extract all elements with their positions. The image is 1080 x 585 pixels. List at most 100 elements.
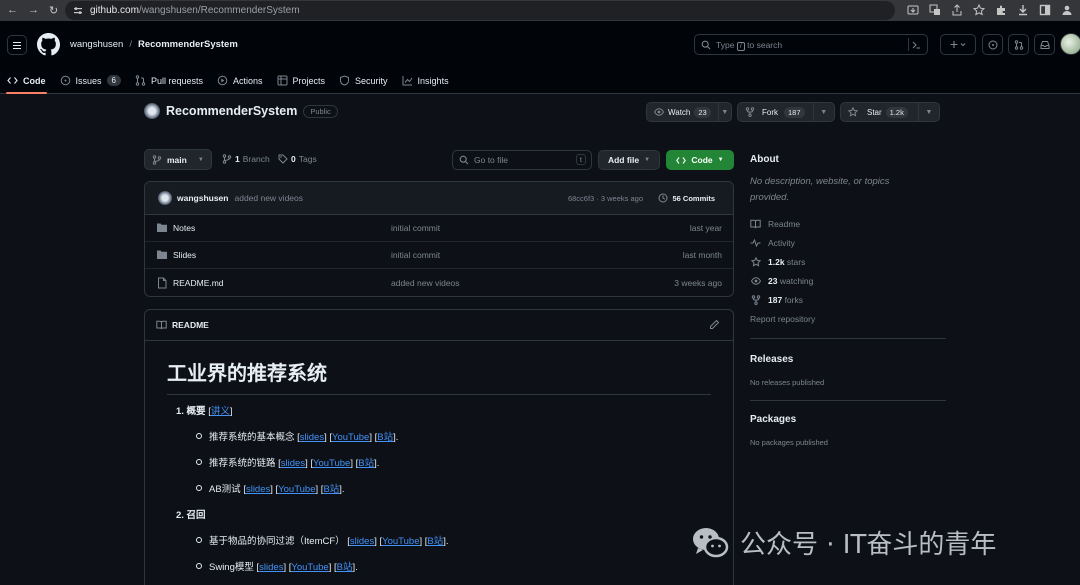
install-icon[interactable] (906, 3, 920, 17)
bilibili-link[interactable]: B站 (358, 458, 374, 469)
profile-icon[interactable] (1060, 3, 1074, 17)
tab-security[interactable]: Security (332, 67, 395, 94)
back-icon[interactable]: ← (7, 4, 18, 17)
about-title: About (750, 154, 779, 165)
search-shortcut-key: / (736, 41, 745, 51)
forks-link[interactable]: 187 forks (750, 290, 950, 309)
bilibili-link[interactable]: B站 (337, 562, 353, 573)
list-item: 2. 召回 (176, 507, 711, 521)
chevron-down-icon[interactable]: ▼ (814, 109, 834, 116)
star-icon (750, 256, 761, 267)
issues-count-badge: 6 (106, 75, 121, 86)
list-item-text: 基于物品的协同过滤（ItemCF） (209, 536, 348, 547)
watchers-link[interactable]: 23 watching (750, 271, 950, 290)
watch-label: Watch (668, 107, 691, 117)
tab-label: Security (355, 75, 388, 86)
site-info-icon[interactable] (73, 6, 83, 16)
readme-link[interactable]: Readme (750, 214, 950, 233)
repo-name[interactable]: RecommenderSystem (166, 104, 297, 118)
share-icon[interactable] (950, 3, 964, 17)
branches-link[interactable]: 1 Branch (222, 154, 270, 164)
pull-requests-button[interactable] (1008, 34, 1029, 55)
extensions-icon[interactable] (994, 3, 1008, 17)
search-prefix: Type (716, 39, 735, 50)
readme-tab-label[interactable]: README (172, 320, 209, 330)
code-button[interactable]: Code ▼ (666, 150, 734, 170)
commits-link[interactable]: 56 Commits (658, 193, 715, 203)
address-bar[interactable]: github.com/wangshusen/RecommenderSystem (65, 1, 895, 20)
forks-count: 187 (768, 294, 783, 305)
commit-author-avatar[interactable] (158, 191, 172, 205)
report-repository-link[interactable]: Report repository (750, 309, 950, 328)
file-row[interactable]: README.md added new videos 3 weeks ago (145, 269, 733, 296)
file-commit-message[interactable]: initial commit (391, 223, 440, 233)
tab-insights[interactable]: Insights (395, 67, 456, 94)
slides-link[interactable]: slides (300, 432, 324, 443)
tab-pull-requests[interactable]: Pull requests (128, 67, 210, 94)
handout-link[interactable]: 讲义 (211, 406, 230, 417)
create-new-button[interactable] (940, 34, 976, 55)
bilibili-link[interactable]: B站 (427, 536, 443, 547)
owner-avatar[interactable] (144, 103, 160, 119)
file-name[interactable]: Notes (173, 223, 195, 233)
bookmark-star-icon[interactable] (972, 3, 986, 17)
tab-code[interactable]: Code (0, 67, 53, 94)
branch-selector[interactable]: main ▼ (144, 149, 212, 170)
command-palette-icon[interactable] (908, 38, 923, 51)
go-to-file-input[interactable]: Go to file t (452, 150, 592, 170)
user-avatar[interactable] (1060, 33, 1080, 55)
releases-title[interactable]: Releases (750, 354, 950, 365)
download-icon[interactable] (1016, 3, 1030, 17)
commit-author[interactable]: wangshusen (177, 193, 228, 203)
menu-button[interactable] (7, 35, 27, 55)
tags-link[interactable]: 0 Tags (278, 154, 317, 164)
youtube-link[interactable]: YouTube (291, 562, 328, 573)
fork-count: 187 (784, 106, 805, 118)
tab-projects[interactable]: Projects (270, 67, 333, 94)
youtube-link[interactable]: YouTube (382, 536, 419, 547)
file-commit-message[interactable]: added new videos (391, 278, 460, 288)
star-button[interactable]: Star 1.2k ▼ (840, 102, 940, 122)
inbox-button[interactable] (1034, 34, 1055, 55)
slides-link[interactable]: slides (246, 484, 270, 495)
add-file-button[interactable]: Add file ▼ (598, 150, 660, 170)
file-commit-message[interactable]: initial commit (391, 250, 440, 260)
youtube-link[interactable]: YouTube (332, 432, 369, 443)
github-logo-icon[interactable] (37, 33, 60, 56)
file-name[interactable]: README.md (173, 278, 224, 288)
file-row[interactable]: Notes initial commit last year (145, 215, 733, 242)
stars-link[interactable]: 1.2k stars (750, 252, 950, 271)
bilibili-link[interactable]: B站 (377, 432, 393, 443)
translate-icon[interactable] (928, 3, 942, 17)
commit-sha-time[interactable]: 68cc6f3 · 3 weeks ago (568, 194, 643, 203)
browser-toolbar: ← → ↻ github.com/wangshusen/RecommenderS… (0, 0, 1080, 21)
chevron-down-icon[interactable]: ▼ (919, 109, 939, 116)
owner-link[interactable]: wangshusen (70, 39, 123, 50)
file-date: last month (682, 250, 722, 260)
tab-actions[interactable]: Actions (210, 67, 270, 94)
forward-icon[interactable]: → (28, 4, 39, 17)
file-name[interactable]: Slides (173, 250, 196, 260)
tab-issues[interactable]: Issues 6 (53, 67, 128, 94)
slides-link[interactable]: slides (350, 536, 374, 547)
commit-message[interactable]: added new videos (234, 193, 303, 203)
issues-button[interactable] (982, 34, 1003, 55)
reload-icon[interactable]: ↻ (49, 4, 58, 17)
slides-link[interactable]: slides (259, 562, 283, 573)
file-row[interactable]: Slides initial commit last month (145, 242, 733, 269)
activity-link[interactable]: Activity (750, 233, 950, 252)
search-suffix: to search (747, 39, 783, 50)
chevron-down-icon[interactable]: ▼ (719, 109, 731, 116)
edit-pencil-icon[interactable] (709, 319, 720, 330)
youtube-link[interactable]: YouTube (313, 458, 350, 469)
bilibili-link[interactable]: B站 (323, 484, 339, 495)
youtube-link[interactable]: YouTube (278, 484, 315, 495)
slides-link[interactable]: slides (281, 458, 305, 469)
watch-button[interactable]: Watch 23 ▼ (646, 102, 732, 122)
fork-button[interactable]: Fork 187 ▼ (737, 102, 835, 122)
search-input[interactable]: Type / to search (694, 34, 928, 55)
repo-link[interactable]: RecommenderSystem (138, 39, 238, 50)
list-item: 推荐系统的基本概念 [slides] [YouTube] [B站]. (196, 429, 711, 443)
side-panel-icon[interactable] (1038, 3, 1052, 17)
packages-title[interactable]: Packages (750, 414, 950, 425)
